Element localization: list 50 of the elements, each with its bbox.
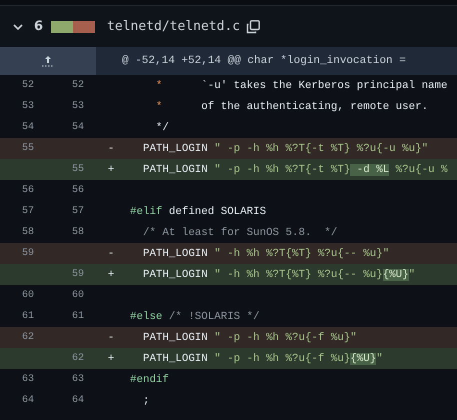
- old-line-number: 61: [20, 311, 35, 322]
- code-line: PATH_LOGIN " -p -h %h %?u{-f %u}": [142, 332, 357, 344]
- new-line-number: 58: [70, 227, 85, 238]
- new-line-number: 60: [70, 290, 85, 301]
- code-line: */: [154, 122, 169, 134]
- code-line: * `-u' takes the Kerberos principal name: [154, 80, 448, 92]
- code-line: #endif: [130, 374, 169, 386]
- code-line: PATH_LOGIN " -p -h %h %?u{-f %u}{%U}": [142, 352, 383, 364]
- code-line: PATH_LOGIN " -h %h %?T{%T} %?u{-- %u}": [142, 248, 390, 260]
- old-line-number: 63: [20, 374, 35, 385]
- code-line: #elif defined SOLARIS: [130, 206, 266, 218]
- new-line-number: 63: [70, 374, 85, 385]
- file-name[interactable]: telnetd/telnetd.c: [107, 19, 240, 34]
- old-line-number: 56: [20, 185, 35, 196]
- old-line-number: 53: [20, 101, 35, 112]
- new-line-number: 59: [70, 269, 85, 280]
- old-line-number: 62: [20, 332, 35, 343]
- diff-sign: +: [108, 352, 114, 364]
- new-line-number: 55: [70, 164, 85, 175]
- diff-sign: -: [108, 142, 114, 154]
- old-line-number: 58: [20, 227, 35, 238]
- new-line-number: 61: [70, 311, 85, 322]
- new-line-number: 56: [70, 185, 85, 196]
- diff-sign: +: [108, 268, 114, 280]
- old-line-number: 59: [20, 248, 35, 259]
- code-line: PATH_LOGIN " -p -h %h %?T{-t %T} -d %L %?u{-u %: [142, 164, 448, 176]
- new-line-number: 54: [70, 122, 85, 133]
- new-line-number: 62: [70, 353, 85, 364]
- new-line-number: 57: [70, 206, 85, 217]
- new-line-number: 64: [70, 395, 85, 406]
- code-line: #else /* !SOLARIS */: [130, 310, 260, 322]
- new-line-number: 53: [70, 101, 85, 112]
- old-line-number: 64: [20, 395, 35, 406]
- old-line-number: 54: [20, 122, 35, 133]
- code-line: ;: [142, 394, 150, 406]
- code-line: PATH_LOGIN " -p -h %h %?T{-t %T} %?u{-u %u}": [142, 142, 428, 154]
- diff-sign: -: [108, 332, 114, 344]
- new-line-number: 52: [70, 80, 85, 91]
- change-count: 6: [34, 19, 44, 34]
- diff-sign: +: [108, 164, 114, 176]
- old-line-number: 57: [20, 206, 35, 217]
- hunk-header: @ -52,14 +52,14 @@ char *login_invocation =: [121, 55, 406, 67]
- code-line: * of the authenticating, remote user.: [154, 100, 428, 112]
- old-line-number: 60: [20, 290, 35, 301]
- diff-sign: -: [108, 248, 114, 260]
- code-line: /* At least for SunOS 5.8. */: [142, 226, 338, 238]
- code-line: PATH_LOGIN " -h %h %?T{%T} %?u{-- %u}{%U}": [142, 268, 416, 280]
- copy-icon[interactable]: [246, 20, 260, 34]
- old-line-number: 52: [20, 80, 35, 91]
- old-line-number: 55: [20, 143, 35, 154]
